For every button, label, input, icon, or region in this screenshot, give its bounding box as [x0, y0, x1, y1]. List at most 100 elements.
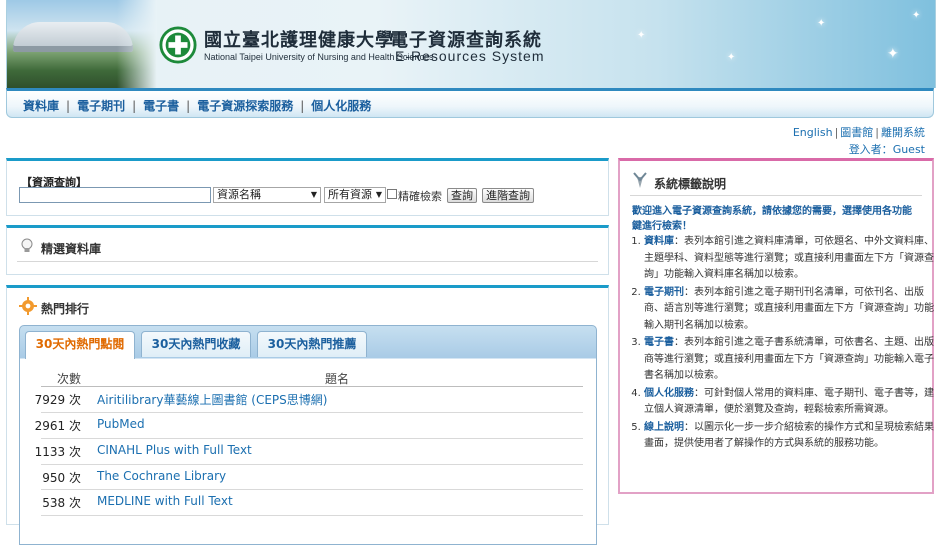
row-divider [41, 464, 583, 465]
nav-personal[interactable]: 個人化服務 [311, 99, 371, 113]
count-value: 7929 [34, 393, 66, 407]
hot-ranking-panel: 熱門排行 30天內熱門點閱 30天內熱門收藏 30天內熱門推薦 次數 題名 79… [6, 285, 609, 545]
nav-separator: | [66, 99, 71, 113]
row-count: 950 次 [21, 469, 81, 486]
login-label: 登入者： [848, 143, 893, 156]
nav-ejournals[interactable]: 電子期刊 [77, 99, 125, 113]
count-unit: 次 [68, 445, 81, 459]
english-link[interactable]: English [793, 126, 833, 139]
row-count: 7929 次 [21, 391, 81, 408]
sparkle-icon: ✦ [637, 30, 646, 41]
list-item-term: 線上說明 [644, 421, 684, 433]
search-field-select[interactable]: 資源名稱 ▼ [213, 187, 321, 203]
count-unit: 次 [68, 471, 81, 485]
nav-links: 資料庫 | 電子期刊 | 電子書 | 電子資源探索服務 | 個人化服務 [23, 97, 371, 114]
list-item-desc: ：表列本館引進之電子書系統清單，可依書名、主題、出版商等進行瀏覽；或直接利用畫面… [644, 337, 934, 381]
row-count: 1133 次 [21, 443, 81, 460]
row-count: 538 次 [21, 494, 81, 511]
header-banner: ✦ ✦ ✦ ✦ ✦ 國立臺北護理健康大學 National Taipei Uni… [6, 0, 936, 88]
nav-separator: | [132, 99, 137, 113]
advanced-search-button[interactable]: 進階查詢 [482, 188, 534, 203]
university-name-cn: 國立臺北護理健康大學 [204, 30, 394, 51]
main-nav: 資料庫 | 電子期刊 | 電子書 | 電子資源探索服務 | 個人化服務 [6, 88, 934, 118]
search-field-value: 資源名稱 [217, 188, 261, 201]
list-item-term: 資料庫 [644, 236, 674, 247]
search-scope-select[interactable]: 所有資源 ▼ [324, 187, 386, 203]
row-title-link[interactable]: PubMed [97, 417, 145, 431]
top-links: English | 圖書館 | 離開系統 [793, 124, 925, 140]
campus-building-image [13, 22, 133, 52]
row-count: 2961 次 [21, 417, 81, 434]
sparkle-icon: ✦ [887, 46, 899, 62]
row-title-link[interactable]: MEDLINE with Full Text [97, 494, 233, 508]
count-value: 1133 [34, 445, 66, 459]
column-header-name: 題名 [325, 372, 350, 386]
sparkle-icon: ✦ [817, 18, 826, 29]
list-item-desc: ：表列本館引進之資料庫清單，可依題名、中外文資料庫、主題學科、資料型態等進行瀏覽… [644, 236, 934, 280]
exact-search-checkbox[interactable] [387, 189, 397, 199]
system-labels-panel: 系統標籤說明 歡迎進入電子資源查詢系統，請依據您的需要，選擇使用各功能鍵進行檢索… [618, 158, 934, 494]
row-title-link[interactable]: The Cochrane Library [97, 469, 226, 483]
featured-databases-panel: 精選資料庫 [6, 225, 609, 275]
nav-separator: | [300, 99, 305, 113]
list-item-term: 個人化服務 [644, 387, 694, 399]
search-input[interactable] [19, 187, 211, 203]
exact-search-label: 精確檢索 [398, 190, 442, 203]
count-unit: 次 [68, 393, 81, 407]
hot-ranking-tabs: 30天內熱門點閱 30天內熱門收藏 30天內熱門推薦 [19, 325, 597, 545]
link-separator: | [875, 126, 879, 139]
search-button[interactable]: 查詢 [447, 188, 477, 203]
welcome-text: 歡迎進入電子資源查詢系統，請依據您的需要，選擇使用各功能鍵進行檢索！ [632, 206, 912, 232]
header-divider [41, 386, 583, 387]
row-title-link[interactable]: CINAHL Plus with Full Text [97, 443, 252, 457]
logout-link[interactable]: 離開系統 [881, 126, 925, 139]
row-divider [41, 412, 583, 413]
column-header-count: 次數 [57, 372, 82, 386]
lightbulb-icon [21, 238, 33, 252]
nav-ebooks[interactable]: 電子書 [143, 99, 179, 113]
list-item: 電子期刊：表列本館引進之電子期刊刊名清單，可依刊名、出版商、語言別等進行瀏覽；或… [644, 285, 934, 335]
sparkle-icon: ✦ [912, 10, 921, 21]
search-scope-value: 所有資源 [328, 188, 372, 201]
list-item-desc: ：表列本館引進之電子期刊刊名清單，可依刊名、出版商、語言別等進行瀏覽；或直接利用… [644, 286, 934, 331]
library-link[interactable]: 圖書館 [840, 126, 873, 139]
login-status: 登入者：Guest [849, 141, 925, 157]
system-labels-list: 資料庫：表列本館引進之資料庫清單，可依題名、中外文資料庫、主題學科、資料型態等進… [632, 234, 934, 454]
list-item-term: 電子期刊 [644, 286, 684, 298]
count-value: 2961 [34, 419, 66, 433]
row-divider [41, 515, 583, 516]
count-unit: 次 [68, 496, 81, 510]
tab-hot-views[interactable]: 30天內熱門點閱 [25, 331, 135, 359]
tab-hot-recommend[interactable]: 30天內熱門推薦 [257, 331, 367, 357]
count-unit: 次 [68, 419, 81, 433]
list-item: 資料庫：表列本館引進之資料庫清單，可依題名、中外文資料庫、主題學科、資料型態等進… [644, 234, 934, 284]
count-value: 950 [42, 471, 66, 485]
sparkle-icon: ✦ [727, 52, 736, 63]
university-logo-icon [159, 26, 197, 64]
row-divider [41, 438, 583, 439]
divider [17, 261, 598, 262]
nav-databases[interactable]: 資料庫 [23, 99, 59, 113]
gear-icon [19, 297, 37, 315]
login-user: Guest [892, 143, 925, 156]
list-item: 電子書：表列本館引進之電子書系統清單，可依書名、主題、出版商等進行瀏覽；或直接利… [644, 335, 934, 385]
divider [630, 195, 922, 196]
featured-title: 精選資料庫 [41, 242, 102, 256]
list-item: 線上說明：以圖示化一步一步介紹檢索的操作方式和呈現檢索結果畫面，提供使用者了解操… [644, 420, 934, 453]
row-divider [41, 489, 583, 490]
hot-ranking-title: 熱門排行 [41, 302, 90, 316]
list-item: 個人化服務：可針對個人常用的資料庫、電子期刊、電子書等，建立個人資源清單，便於瀏… [644, 386, 934, 419]
campus-photo [7, 0, 157, 88]
pin-icon [633, 172, 647, 188]
nav-discovery[interactable]: 電子資源探索服務 [197, 99, 293, 113]
row-title-link[interactable]: Airitilibrary華藝線上圖書館 (CEPS思博網) [97, 391, 327, 408]
tab-hot-favorites[interactable]: 30天內熱門收藏 [141, 331, 251, 357]
nav-separator: | [186, 99, 191, 113]
dropdown-arrow-icon: ▼ [375, 190, 382, 199]
system-title-en: E-Resources System [395, 48, 545, 64]
count-value: 538 [42, 496, 66, 510]
list-item-term: 電子書 [644, 337, 674, 348]
system-labels-title: 系統標籤說明 [654, 177, 727, 191]
photo-fade [117, 0, 157, 88]
dropdown-arrow-icon: ▼ [310, 190, 317, 199]
